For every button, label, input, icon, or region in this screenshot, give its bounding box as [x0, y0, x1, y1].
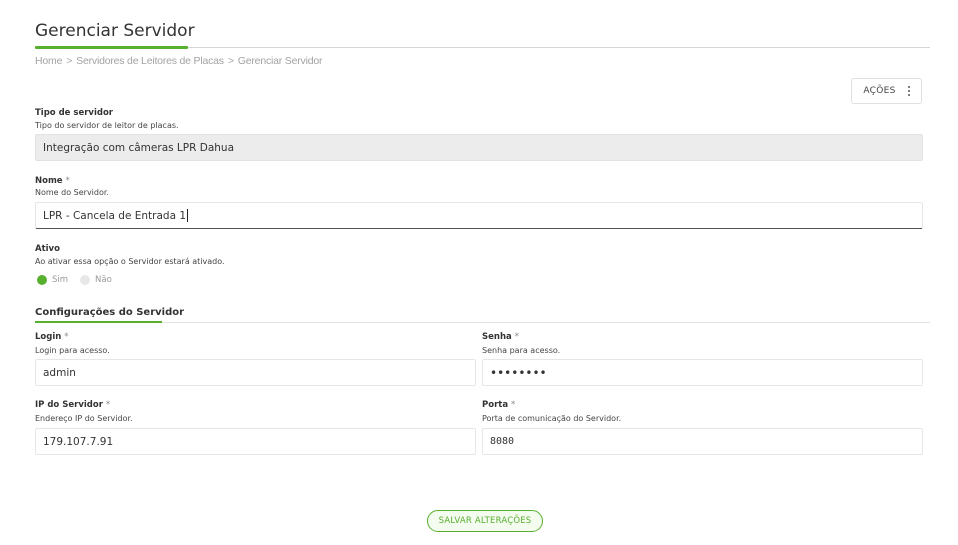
required-mark: * — [511, 400, 516, 410]
breadcrumb-servers[interactable]: Servidores de Leitores de Placas — [76, 55, 224, 67]
name-help: Nome do Servidor. — [35, 188, 109, 197]
port-label: Porta * — [482, 400, 515, 410]
title-accent-bar — [35, 46, 188, 49]
section-divider — [35, 322, 930, 323]
kebab-menu-icon — [907, 86, 910, 96]
active-radio-group: Sim Não — [37, 275, 112, 285]
required-mark: * — [514, 332, 519, 342]
server-type-field: Integração com câmeras LPR Dahua — [35, 134, 923, 161]
port-input[interactable]: 8080 — [482, 428, 923, 455]
breadcrumb: Home > Servidores de Leitores de Placas … — [35, 55, 323, 67]
required-mark: * — [64, 332, 69, 342]
server-type-help: Tipo do servidor de leitor de placas. — [35, 121, 179, 130]
save-changes-button[interactable]: SALVAR ALTERAÇÕES — [427, 510, 543, 532]
actions-menu-button[interactable]: AÇÕES — [851, 78, 922, 104]
password-label: Senha * — [482, 332, 519, 342]
text-caret — [187, 209, 189, 222]
active-label: Ativo — [35, 244, 60, 254]
login-label: Login * — [35, 332, 69, 342]
name-value: LPR - Cancela de Entrada 1 — [43, 209, 187, 222]
password-help: Senha para acesso. — [482, 346, 561, 355]
active-help: Ao ativar essa opção o Servidor estará a… — [35, 257, 225, 266]
active-radio-yes[interactable]: Sim — [37, 275, 68, 285]
server-type-value: Integração com câmeras LPR Dahua — [43, 141, 235, 154]
server-type-label: Tipo de servidor — [35, 108, 113, 118]
name-label: Nome * — [35, 176, 70, 186]
breadcrumb-home[interactable]: Home — [35, 55, 62, 67]
server-ip-label: IP do Servidor * — [35, 400, 110, 410]
radio-selected-icon — [37, 275, 47, 285]
required-mark: * — [105, 400, 111, 410]
password-input[interactable]: •••••••• — [482, 359, 923, 386]
config-section-title: Configurações do Servidor — [35, 307, 185, 318]
server-ip-label-text: IP do Servidor — [35, 400, 103, 410]
server-ip-input[interactable]: 179.107.7.91 — [35, 428, 476, 455]
port-help: Porta de comunicação do Servidor. — [482, 414, 622, 423]
active-option-yes-label: Sim — [52, 275, 69, 285]
login-value: admin — [43, 366, 76, 379]
port-label-text: Porta — [482, 400, 509, 410]
name-label-text: Nome — [35, 176, 63, 186]
name-input[interactable]: LPR - Cancela de Entrada 1 — [35, 202, 923, 229]
breadcrumb-current: Gerenciar Servidor — [237, 55, 323, 67]
port-value: 8080 — [490, 436, 515, 447]
required-mark: * — [65, 176, 70, 186]
password-label-text: Senha — [482, 332, 512, 342]
breadcrumb-separator: > — [66, 55, 73, 67]
breadcrumb-separator: > — [227, 55, 234, 67]
server-ip-value: 179.107.7.91 — [43, 435, 114, 448]
page-title: Gerenciar Servidor — [35, 21, 195, 41]
server-ip-help: Endereço IP do Servidor. — [35, 414, 133, 423]
password-value: •••••••• — [490, 365, 547, 380]
section-accent-bar — [35, 321, 162, 323]
active-radio-no[interactable]: Não — [80, 275, 112, 285]
login-label-text: Login — [35, 332, 62, 342]
login-input[interactable]: admin — [35, 359, 476, 386]
active-option-no-label: Não — [95, 275, 112, 285]
actions-label: AÇÕES — [863, 86, 896, 96]
radio-unselected-icon — [80, 275, 91, 285]
login-help: Login para acesso. — [35, 346, 110, 355]
